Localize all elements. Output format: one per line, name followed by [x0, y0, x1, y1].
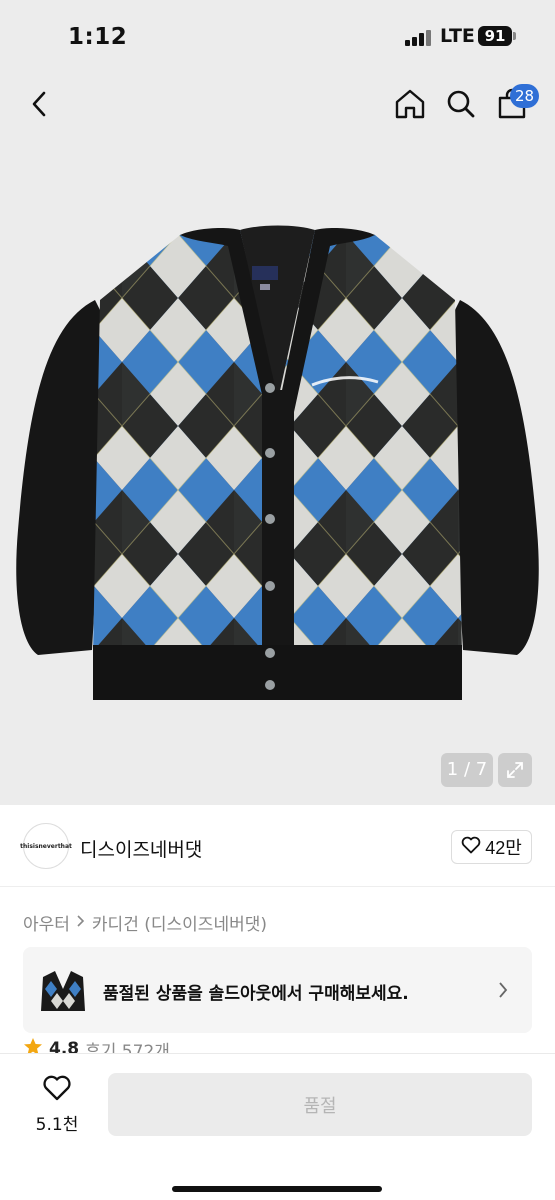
chevron-right-icon [497, 981, 509, 1003]
product-gallery[interactable]: 1:12 LTE 91 28 1 / 7 [0, 0, 555, 805]
wishlist-button[interactable]: 5.1천 [30, 1074, 84, 1135]
brand-like-button[interactable]: 42만 [451, 830, 532, 864]
soldout-button[interactable]: 품절 [108, 1073, 532, 1136]
chevron-right-icon [76, 913, 86, 933]
status-bar: 1:12 LTE 91 [0, 0, 555, 70]
wishlist-count: 5.1천 [35, 1115, 79, 1135]
home-indicator [172, 1186, 382, 1192]
heart-icon [461, 836, 481, 859]
top-nav [0, 78, 555, 134]
bottom-action-bar: 5.1천 품절 [0, 1053, 555, 1200]
heart-icon [42, 1075, 72, 1106]
brand-name[interactable]: 디스이즈네버댓 [80, 835, 202, 862]
battery-indicator: 91 [478, 26, 512, 46]
signal-icon [405, 30, 433, 46]
back-icon[interactable] [20, 84, 60, 124]
soldout-promo-banner[interactable]: 품절된 상품을 솔드아웃에서 구매해보세요. [23, 947, 532, 1033]
home-icon[interactable] [390, 84, 430, 124]
cart-count-badge: 28 [510, 84, 540, 108]
network-label: LTE [440, 25, 475, 47]
breadcrumb-current[interactable]: 카디건 (디스이즈네버댓) [92, 910, 267, 935]
battery-tip [513, 32, 516, 40]
breadcrumb: 아우터 카디건 (디스이즈네버댓) [23, 910, 267, 935]
status-time: 1:12 [68, 24, 128, 50]
brand-row[interactable]: thisisneverthat 디스이즈네버댓 42만 [0, 805, 555, 887]
expand-icon[interactable] [498, 753, 532, 787]
promo-thumbnail [41, 971, 85, 1011]
product-photo[interactable] [0, 150, 555, 750]
search-icon[interactable] [441, 84, 481, 124]
image-counter: 1 / 7 [441, 753, 493, 787]
promo-text: 품절된 상품을 솔드아웃에서 구매해보세요. [103, 984, 409, 1004]
breadcrumb-parent[interactable]: 아우터 [23, 910, 70, 935]
brand-logo[interactable]: thisisneverthat [20, 823, 72, 869]
brand-like-count: 42만 [485, 838, 522, 858]
